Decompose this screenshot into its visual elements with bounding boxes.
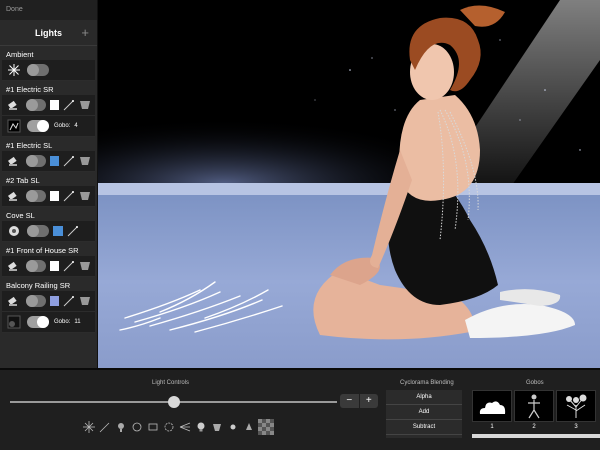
light-label-front-of-house-sr: #1 Front of House SR: [6, 246, 79, 255]
floodlight-icon[interactable]: [5, 222, 23, 240]
fan-beam-icon[interactable]: [178, 417, 191, 437]
beam-shape-icon[interactable]: [78, 259, 92, 273]
lights-title: Lights: [35, 27, 62, 38]
light-label-2-tab-sl: #2 Tab SL: [6, 176, 40, 185]
ambient-controls: [2, 60, 95, 81]
gobo-label: Gobo:: [54, 123, 71, 129]
magic-wand-icon[interactable]: [62, 189, 76, 203]
light-controls-title: Light Controls: [152, 380, 190, 386]
gobo-number: 1: [490, 424, 494, 430]
gobo-number: 3: [574, 424, 578, 430]
gobo-value: 11: [74, 319, 81, 325]
spotlight-icon[interactable]: [5, 292, 22, 310]
balcony-sr-color[interactable]: [49, 296, 59, 306]
gobo-thumb-icon[interactable]: [5, 313, 23, 331]
starburst-icon[interactable]: [82, 417, 95, 437]
lights-header: Lights +: [0, 20, 97, 46]
light-label-1-electric-sr: #1 Electric SR: [6, 85, 54, 94]
foh-sr-color[interactable]: [49, 261, 59, 271]
lamp-icon[interactable]: [242, 417, 255, 437]
add-light-button[interactable]: +: [81, 25, 89, 40]
light-tools-row: [82, 416, 274, 438]
spotlight-icon[interactable]: [5, 257, 22, 275]
balcony-sr-controls: [2, 291, 95, 312]
gobos-title: Gobos: [526, 380, 544, 386]
lights-panel: Done Lights + Ambient #1 Electric SR Gob…: [0, 0, 98, 368]
gobo-label: Gobo:: [54, 319, 71, 325]
foh-sr-toggle[interactable]: [25, 260, 46, 272]
blending-options: Alpha Add Subtract: [386, 390, 462, 438]
electric-sr-gobo-row: Gobo: 4: [2, 116, 95, 137]
texture-icon[interactable]: [258, 417, 274, 437]
gobo-thumb-icon[interactable]: [5, 117, 23, 135]
spotlight-icon[interactable]: [5, 152, 22, 170]
ambient-toggle[interactable]: [27, 64, 49, 76]
tab-sl-color[interactable]: [49, 191, 59, 201]
light-label-1-electric-sl: #1 Electric SL: [6, 141, 53, 150]
foh-sr-controls: [2, 256, 95, 277]
electric-sr-gobo-toggle[interactable]: [27, 120, 49, 132]
balcony-sr-toggle[interactable]: [25, 295, 46, 307]
increment-button[interactable]: +: [358, 394, 379, 408]
spotlight-icon[interactable]: [114, 417, 127, 437]
electric-sl-toggle[interactable]: [25, 155, 46, 167]
gobo-cloud-icon[interactable]: [472, 390, 512, 422]
tab-sl-controls: [2, 186, 95, 207]
gobo-number: 2: [532, 424, 536, 430]
blending-title: Cyclorama Blending: [400, 380, 454, 386]
spotlight-icon[interactable]: [5, 187, 22, 205]
beam-shape-icon[interactable]: [78, 294, 92, 308]
magic-wand-icon[interactable]: [62, 294, 76, 308]
rotate-icon[interactable]: [130, 417, 143, 437]
magic-wand-icon[interactable]: [62, 154, 76, 168]
starburst-icon[interactable]: [5, 61, 23, 79]
panel-topbar: Done: [0, 0, 97, 20]
decrement-button[interactable]: −: [340, 394, 359, 408]
light-label-cove-sl: Cove SL: [6, 211, 35, 220]
electric-sr-color[interactable]: [49, 100, 59, 110]
magic-wand-icon[interactable]: [62, 259, 76, 273]
electric-sr-controls: [2, 95, 95, 116]
magic-wand-icon[interactable]: [98, 417, 111, 437]
diffuser-icon[interactable]: [146, 417, 159, 437]
intensity-slider-knob[interactable]: [167, 396, 180, 408]
bulb-small-icon[interactable]: [226, 417, 239, 437]
cove-sl-toggle[interactable]: [27, 225, 49, 237]
light-label-ambient: Ambient: [6, 50, 34, 59]
balcony-sr-gobo-row: Gobo: 11: [2, 312, 95, 333]
gobo-tree-icon[interactable]: [556, 390, 596, 422]
bottom-controls: Light Controls − + Cyclorama Blending Al…: [0, 368, 600, 450]
beam-shape-icon[interactable]: [78, 98, 92, 112]
balcony-sr-gobo-toggle[interactable]: [27, 316, 49, 328]
electric-sl-color[interactable]: [49, 156, 59, 166]
blend-option[interactable]: Subtract: [386, 420, 462, 435]
magic-wand-icon[interactable]: [66, 224, 80, 238]
spotlight-icon[interactable]: [5, 96, 22, 114]
gobo-slider-track[interactable]: [472, 434, 600, 438]
cone-icon[interactable]: [210, 417, 223, 437]
blend-option[interactable]: Add: [386, 405, 462, 420]
tab-sl-toggle[interactable]: [25, 190, 46, 202]
gobos-picker: 1 2 3: [472, 390, 600, 430]
magic-wand-icon[interactable]: [62, 98, 76, 112]
beam-shape-icon[interactable]: [78, 189, 92, 203]
beam-shape-icon[interactable]: [78, 154, 92, 168]
cove-sl-color[interactable]: [53, 226, 63, 236]
blend-option[interactable]: Alpha: [386, 390, 462, 405]
intensity-stepper[interactable]: − +: [340, 394, 378, 408]
cove-sl-controls: [2, 221, 95, 242]
rotate-light-icon[interactable]: [162, 417, 175, 437]
electric-sr-toggle[interactable]: [25, 99, 46, 111]
done-button[interactable]: Done: [6, 6, 23, 13]
gobo-dancer-icon[interactable]: [514, 390, 554, 422]
gobo-value: 4: [74, 123, 78, 129]
bulb-icon[interactable]: [194, 417, 207, 437]
electric-sl-controls: [2, 151, 95, 172]
light-label-balcony-railing-sr: Balcony Railing SR: [6, 281, 71, 290]
